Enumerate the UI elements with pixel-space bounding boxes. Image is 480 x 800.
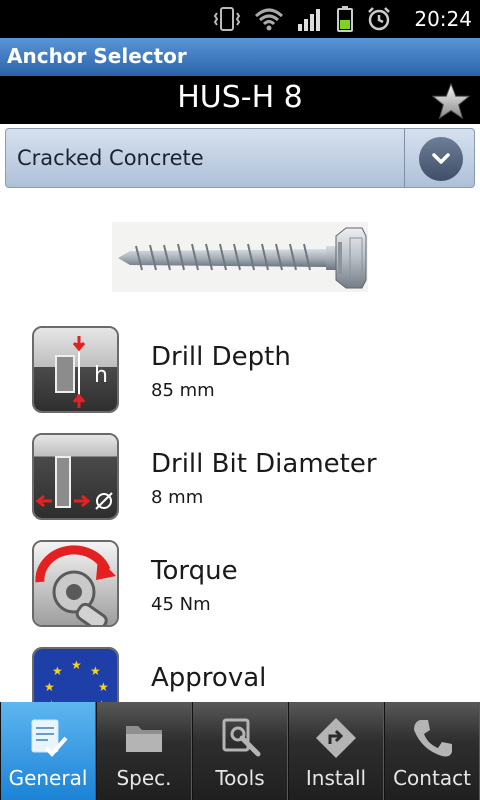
svg-text:★: ★	[44, 680, 55, 694]
list-item[interactable]: Torque 45 Nm	[0, 536, 480, 628]
phone-icon	[414, 720, 452, 757]
anchor-screw-image	[112, 222, 368, 292]
torque-icon	[32, 540, 119, 627]
status-time: 20:24	[414, 7, 472, 31]
select-divider	[404, 129, 405, 187]
star-icon[interactable]	[432, 82, 470, 120]
base-material-value: Cracked Concrete	[17, 146, 204, 170]
tab-spec[interactable]: Spec.	[96, 702, 192, 800]
base-material-select[interactable]: Cracked Concrete	[5, 128, 475, 188]
tab-contact[interactable]: Contact	[384, 702, 480, 800]
status-icons	[212, 6, 392, 32]
tab-label: General	[8, 766, 88, 790]
battery-icon	[337, 6, 353, 32]
product-name: HUS-H 8	[177, 80, 303, 115]
spec-title: Torque	[151, 556, 238, 586]
spec-title: Drill Bit Diameter	[151, 449, 377, 479]
tab-label: Tools	[215, 766, 265, 790]
drill-depth-icon: h	[32, 326, 119, 413]
svg-text:★: ★	[98, 680, 109, 694]
spec-value: 8 mm	[151, 487, 204, 508]
tab-install[interactable]: Install	[288, 702, 384, 800]
folder-icon	[126, 726, 162, 752]
spec-title: Approval	[151, 663, 267, 693]
signal-icon	[298, 9, 320, 31]
install-icon	[316, 718, 356, 758]
svg-text:★: ★	[71, 658, 82, 672]
spec-value: 45 Nm	[151, 594, 211, 615]
app-title: Anchor Selector	[7, 44, 187, 68]
status-bar: 20:24	[0, 0, 480, 38]
alarm-icon	[368, 7, 390, 31]
drill-bit-diameter-icon	[32, 433, 119, 520]
bottom-tab-bar: General Spec. Tools Install Contact	[0, 702, 480, 800]
list-item[interactable]: h Drill Depth 85 mm	[0, 322, 480, 414]
tab-label: Spec.	[116, 766, 172, 790]
list-item[interactable]: Drill Bit Diameter 8 mm	[0, 429, 480, 521]
app-bar: Anchor Selector	[0, 38, 480, 76]
tab-general[interactable]: General	[0, 702, 96, 800]
spec-title: Drill Depth	[151, 342, 291, 372]
tools-icon	[222, 718, 261, 757]
general-icon	[31, 719, 68, 757]
svg-text:h: h	[94, 363, 108, 388]
wifi-icon	[254, 8, 284, 31]
tab-label: Contact	[393, 766, 471, 790]
spec-value: 85 mm	[151, 380, 215, 401]
vibrate-icon	[213, 7, 241, 31]
chevron-down-icon[interactable]	[419, 137, 463, 181]
svg-text:★: ★	[90, 664, 101, 678]
svg-text:★: ★	[52, 664, 63, 678]
tab-tools[interactable]: Tools	[192, 702, 288, 800]
tab-label: Install	[305, 766, 367, 790]
product-header: HUS-H 8	[0, 76, 480, 124]
